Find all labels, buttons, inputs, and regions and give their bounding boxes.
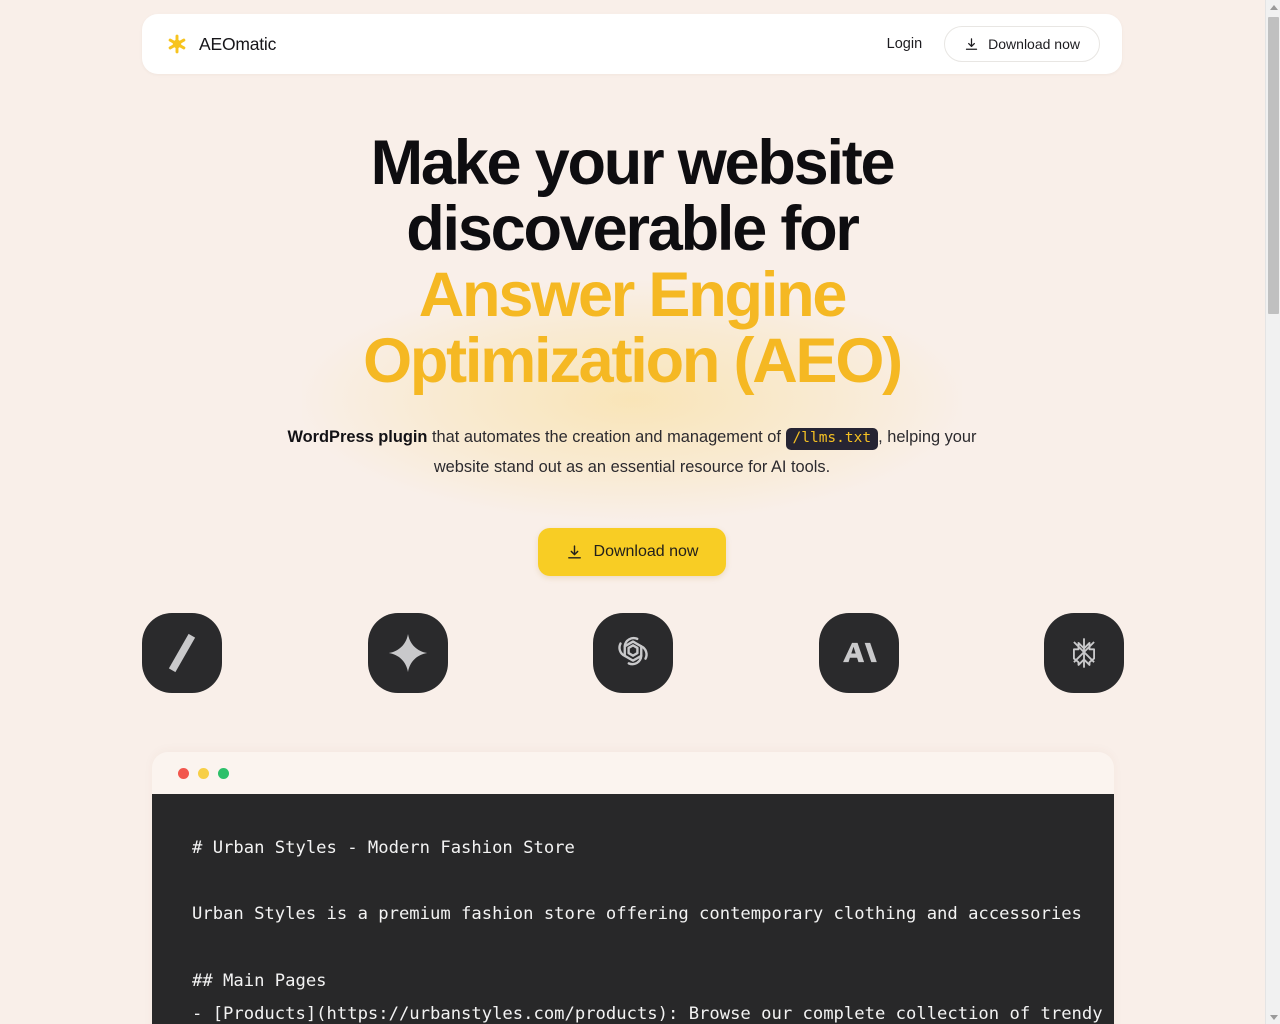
page-scrollbar[interactable] xyxy=(1265,0,1280,1024)
hero-title-line-4: Optimization (AEO) xyxy=(363,326,903,396)
download-icon xyxy=(964,37,979,52)
code-window-titlebar xyxy=(152,752,1114,794)
page-title: Make your website discoverable for Answe… xyxy=(0,130,1264,394)
hero-download-button[interactable]: Download now xyxy=(537,528,727,576)
brand-name: AEOmatic xyxy=(199,33,277,54)
code-body: # Urban Styles - Modern Fashion Store Ur… xyxy=(152,794,1114,1024)
ai-logo-row xyxy=(142,613,1124,693)
header-download-button[interactable]: Download now xyxy=(944,26,1100,62)
download-icon xyxy=(566,544,583,561)
hero-cta-row: Download now xyxy=(0,528,1264,576)
hero-subtitle-bold: WordPress plugin xyxy=(287,428,428,446)
code-preview-window: # Urban Styles - Modern Fashion Store Ur… xyxy=(152,752,1114,1024)
login-link[interactable]: Login xyxy=(883,30,926,58)
brand[interactable]: AEOmatic xyxy=(166,33,276,55)
header-actions: Login Download now xyxy=(883,26,1100,62)
llms-txt-code-chip: /llms.txt xyxy=(785,428,879,450)
hero-title-line-1: Make your website xyxy=(370,128,896,198)
header-card: AEOmatic Login Download now xyxy=(142,14,1122,74)
slash-logo-icon xyxy=(142,613,222,693)
hero-title-line-2: discoverable for xyxy=(406,194,860,264)
code-content: # Urban Styles - Modern Fashion Store Ur… xyxy=(192,838,1103,1024)
scrollbar-thumb[interactable] xyxy=(1268,17,1279,314)
anthropic-logo-icon xyxy=(818,613,899,693)
sparkle-star-logo-icon xyxy=(367,613,448,693)
hero-subtitle-part-1: that automates the creation and manageme… xyxy=(427,428,786,446)
asterisk-star-icon xyxy=(166,33,188,55)
site-header: AEOmatic Login Download now xyxy=(142,14,1122,74)
minimize-traffic-light-icon[interactable] xyxy=(198,767,209,779)
hero-section: Make your website discoverable for Answe… xyxy=(0,130,1264,576)
hero-title-line-3: Answer Engine xyxy=(418,260,848,330)
hero-subtitle: WordPress plugin that automates the crea… xyxy=(282,422,982,482)
geometric-star-logo-icon xyxy=(1044,613,1124,693)
scroll-up-arrow-icon[interactable] xyxy=(1266,0,1280,14)
page-viewport: AEOmatic Login Download now Make your we… xyxy=(0,0,1264,1024)
header-download-label: Download now xyxy=(988,36,1080,52)
close-traffic-light-icon[interactable] xyxy=(178,767,189,779)
openai-knot-logo-icon xyxy=(593,613,673,693)
scroll-down-arrow-icon[interactable] xyxy=(1266,1010,1280,1024)
hero-download-label: Download now xyxy=(593,543,699,560)
maximize-traffic-light-icon[interactable] xyxy=(218,767,229,779)
